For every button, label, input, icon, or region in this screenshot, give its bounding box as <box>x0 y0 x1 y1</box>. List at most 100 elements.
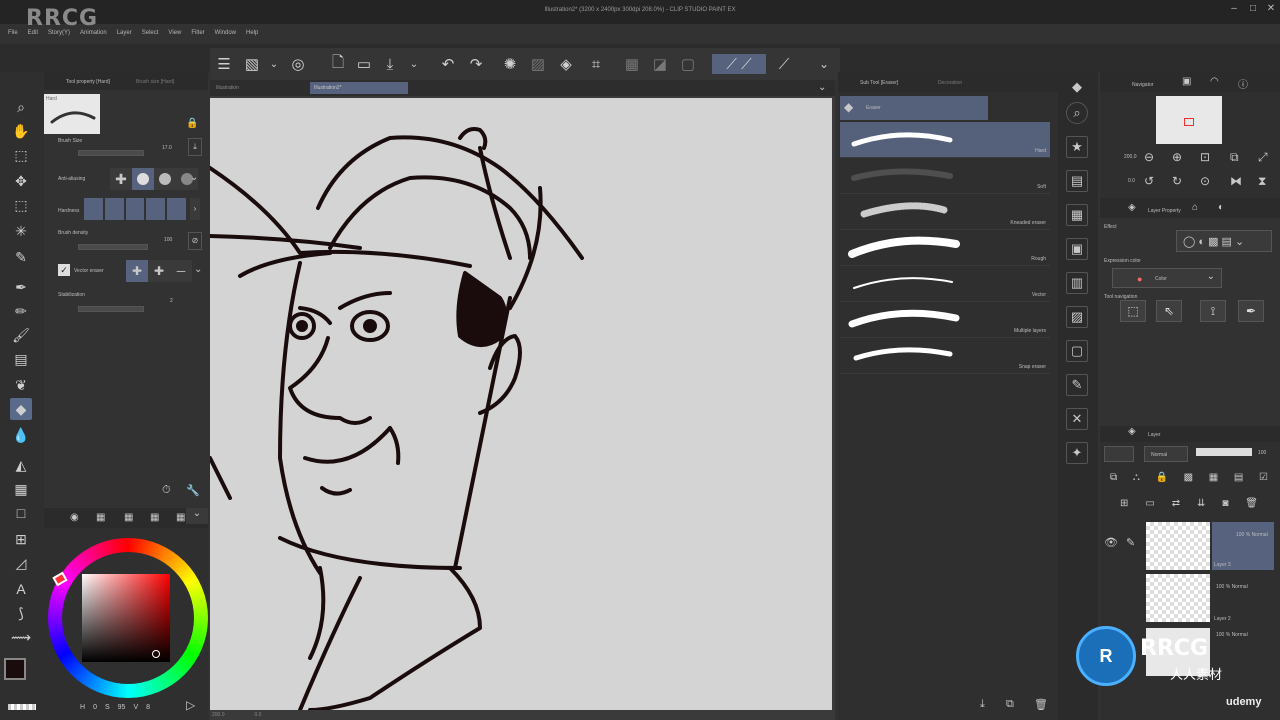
check-icon[interactable]: ☑ <box>1259 472 1268 483</box>
tab-illustration2[interactable]: Illustration2* <box>310 82 408 94</box>
figure-icon[interactable]: ✦ <box>1066 442 1088 464</box>
invert-selection-icon[interactable]: ◪ <box>650 54 670 74</box>
flip-horizontal-icon[interactable]: ⧓ <box>1230 174 1242 188</box>
tab-sub-tool-eraser[interactable]: Sub Tool [Eraser] <box>860 80 898 86</box>
subtool-kneaded-eraser[interactable]: Kneaded eraser <box>840 194 1050 230</box>
visibility-eye-icon[interactable]: 👁 <box>1104 536 1118 549</box>
transform-icon[interactable]: ⌗ <box>586 54 606 74</box>
antialias-weak-icon[interactable] <box>132 168 154 190</box>
mask-add-icon[interactable]: ◙ <box>1222 498 1228 509</box>
minimize-icon[interactable]: – <box>1228 3 1240 15</box>
gradient-icon[interactable]: ▦ <box>10 478 32 500</box>
text-icon[interactable]: A <box>10 578 32 600</box>
reference-icon[interactable]: ⛬ <box>1133 472 1140 483</box>
sv-cursor[interactable] <box>152 650 160 658</box>
zoom-icon[interactable]: ⌕ <box>10 96 32 118</box>
selection-icon[interactable]: ⬚ <box>10 194 32 216</box>
nav-operation-icon[interactable]: ⬚ <box>1120 300 1146 322</box>
tab-navigator[interactable]: Navigator <box>1132 82 1153 88</box>
tab-layer-property[interactable]: Layer Property <box>1148 208 1181 214</box>
trash-icon[interactable]: 🗑 <box>1034 698 1048 711</box>
eraser-icon[interactable]: ◆ <box>1066 76 1088 98</box>
mask-icon[interactable]: ▦ <box>1209 472 1218 483</box>
rotate-right-icon[interactable]: ↻ <box>1172 174 1182 188</box>
tab-tool-property[interactable]: Tool property [Hard] <box>66 79 110 85</box>
texture-icon[interactable]: ▨ <box>1066 306 1088 328</box>
figure-icon[interactable]: □ <box>10 502 32 524</box>
color-set-tab-icon[interactable]: ▦ <box>96 512 105 523</box>
saturation-value-square[interactable] <box>82 574 170 662</box>
nav-eraser-icon[interactable]: ✒ <box>1238 300 1264 322</box>
fit-screen-icon[interactable]: ⤢ <box>1258 150 1268 165</box>
layer-color-select[interactable] <box>1104 446 1134 462</box>
effect-buttons[interactable]: ◯ ◐ ▩ ▤ ⌄ <box>1176 230 1272 252</box>
chevron-down-icon[interactable]: ⌄ <box>190 172 198 183</box>
operation-icon[interactable]: ⬚ <box>10 144 32 166</box>
lock-icon[interactable]: 🔒 <box>186 118 198 129</box>
ruler-link-icon[interactable]: ▤ <box>1234 472 1243 483</box>
menu-hamburger-icon[interactable]: ☰ <box>214 54 234 74</box>
brush-size-indicator-icon[interactable]: ⤓ <box>188 138 202 156</box>
chevron-down-icon[interactable]: ⌄ <box>186 508 208 524</box>
opacity-slider[interactable] <box>1196 448 1252 456</box>
frame-border-icon[interactable]: ⊞ <box>10 528 32 550</box>
intermediate-color-tab-icon[interactable]: ▦ <box>124 512 133 523</box>
subtool-hard[interactable]: Hard <box>840 122 1050 158</box>
layer-row-3[interactable]: 👁 ✎ 100 % Normal Layer 3 <box>1100 520 1280 572</box>
stabilization-slider[interactable] <box>78 306 144 312</box>
transfer-icon[interactable]: ⇄ <box>1172 498 1180 509</box>
deselect-icon[interactable]: ▦ <box>622 54 642 74</box>
clear-icon[interactable]: ▨ <box>528 54 548 74</box>
play-icon[interactable]: ▷ <box>186 698 195 712</box>
redo-icon[interactable]: ↷ <box>466 54 486 74</box>
reset-rotation-icon[interactable]: ⊙ <box>1200 174 1210 188</box>
clip-studio-icon[interactable]: ◎ <box>288 54 308 74</box>
merge-icon[interactable]: ⇊ <box>1197 498 1205 509</box>
tab-decoration[interactable]: Decoration <box>938 80 962 86</box>
eyedropper-icon[interactable]: ✎ <box>10 246 32 268</box>
brush-icon[interactable]: 🖌 <box>10 324 32 346</box>
zoom-out-icon[interactable]: ⊖ <box>1144 150 1154 164</box>
density-indicator-icon[interactable]: ⊘ <box>188 232 202 250</box>
lock-transparent-icon[interactable]: ▩ <box>1184 472 1193 483</box>
snap-special-ruler-icon[interactable]: ⟋ <box>774 54 794 74</box>
color-history-tab-icon[interactable]: ▦ <box>176 512 185 523</box>
eraser-icon[interactable]: ◆ <box>10 398 32 420</box>
menu-window[interactable]: Window <box>215 30 236 42</box>
subtool-vector[interactable]: Vector <box>840 266 1050 302</box>
menu-layer[interactable]: Layer <box>117 30 132 42</box>
color-history-icon[interactable]: ◐ <box>1218 202 1224 213</box>
frame-icon[interactable]: ▢ <box>1066 340 1088 362</box>
tab-brush-size[interactable]: Brush size [Hard] <box>136 79 174 85</box>
zoom-in-icon[interactable]: ⊕ <box>1172 150 1182 164</box>
search-layer-icon[interactable]: ⌂ <box>1192 202 1198 213</box>
new-folder-icon[interactable]: ▭ <box>1145 498 1154 509</box>
transparent-color-swatch[interactable] <box>8 704 36 710</box>
new-file-icon[interactable]: 🗋 <box>328 54 348 74</box>
color-wheel-tab-icon[interactable]: ◉ <box>70 512 79 523</box>
blend-mode-select[interactable]: Normal <box>1144 446 1188 462</box>
preset-preview[interactable]: Hard <box>44 94 100 134</box>
subtool-soft[interactable]: Soft <box>840 158 1050 194</box>
subtool-multiple-layers[interactable]: Multiple layers <box>840 302 1050 338</box>
balloon-icon[interactable]: ⟆ <box>10 602 32 624</box>
vector-eraser-touched-icon[interactable]: ✚ <box>126 260 148 282</box>
wrench-icon[interactable]: 🔧 <box>186 484 200 497</box>
ruler-icon[interactable]: ◿ <box>10 552 32 574</box>
delete-layer-icon[interactable]: 🗑 <box>1245 498 1258 509</box>
pencil-icon[interactable]: ✏ <box>10 300 32 322</box>
chevron-down-icon[interactable]: ⌄ <box>404 54 424 74</box>
layer-material-icon[interactable]: ▥ <box>1066 272 1088 294</box>
expression-color-select[interactable]: ● Color ⌄ <box>1112 268 1222 288</box>
approximate-color-tab-icon[interactable]: ▦ <box>150 512 159 523</box>
chevron-down-icon[interactable]: ⌄ <box>814 54 834 74</box>
fit-view-icon[interactable]: ⊡ <box>1200 150 1210 164</box>
chevron-down-icon[interactable]: ⌄ <box>194 264 202 275</box>
decoration-icon[interactable]: ❦ <box>10 374 32 396</box>
open-folder-icon[interactable]: ▭ <box>354 54 374 74</box>
save-icon[interactable]: ⤓ <box>380 54 400 74</box>
tab-illustration[interactable]: Illustration <box>212 82 308 94</box>
eraser-group-button[interactable]: ◆ Eraser <box>840 96 988 120</box>
navigator-viewport-box[interactable] <box>1184 118 1194 126</box>
maximize-icon[interactable]: □ <box>1247 3 1259 15</box>
